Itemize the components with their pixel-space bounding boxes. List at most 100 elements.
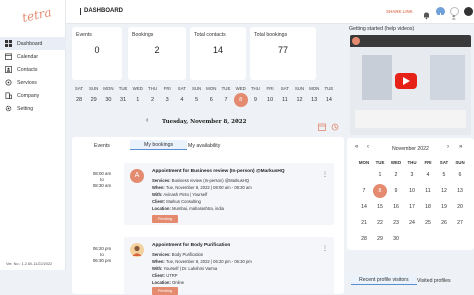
- company-icon: [5, 92, 12, 99]
- calendar-day-22[interactable]: 22: [373, 216, 387, 230]
- calendar-icon[interactable]: [318, 118, 326, 136]
- profile-icon[interactable]: [450, 7, 459, 20]
- booking-card[interactable]: Appointment for Body Purification Servic…: [124, 237, 334, 295]
- day-10[interactable]: 10: [263, 93, 277, 107]
- day-29[interactable]: 29: [87, 93, 101, 107]
- day-31[interactable]: 31: [116, 93, 130, 107]
- calendar-day-8[interactable]: 8: [373, 184, 387, 198]
- sidebar-item-label: Dashboard: [17, 40, 43, 47]
- day-14[interactable]: 14: [322, 93, 336, 107]
- calendar-day-18[interactable]: 18: [421, 200, 435, 214]
- sidebar-nav: Dashboard Calendar Contacts Services Com…: [0, 37, 66, 115]
- day-12[interactable]: 12: [293, 93, 307, 107]
- calendar-day-27[interactable]: 27: [453, 216, 467, 230]
- booking-card[interactable]: A Appointment for Business review (In-pe…: [124, 163, 334, 225]
- day-6[interactable]: 6: [204, 93, 218, 107]
- time-end: 06:30 pm: [92, 258, 112, 263]
- weekday-label: WED: [235, 86, 246, 91]
- calendar-day-25[interactable]: 25: [421, 216, 435, 230]
- day-1[interactable]: 1: [131, 93, 145, 107]
- chevron-left-icon[interactable]: ‹: [146, 117, 148, 124]
- location-value: Online: [172, 280, 185, 285]
- calendar-day-2[interactable]: 2: [389, 168, 403, 182]
- sidebar-item-services[interactable]: Services: [0, 76, 66, 89]
- day-8[interactable]: 8: [233, 93, 248, 107]
- calendar-day-28[interactable]: 28: [357, 232, 371, 246]
- calendar-day-24[interactable]: 24: [405, 216, 419, 230]
- day-5[interactable]: 5: [190, 93, 204, 107]
- calendar-day-17[interactable]: 17: [405, 200, 419, 214]
- stat-total-bookings[interactable]: Total bookings 77: [250, 27, 316, 80]
- sidebar-item-dashboard[interactable]: Dashboard: [0, 37, 66, 50]
- app-logo[interactable]: tetra: [21, 5, 53, 25]
- calendar-day-30[interactable]: 30: [389, 232, 403, 246]
- chevron-right-icon[interactable]: ›: [447, 144, 449, 150]
- calendar-day-14[interactable]: 14: [357, 200, 371, 214]
- day-28[interactable]: 28: [72, 93, 86, 107]
- tab-recent-profile-visitors[interactable]: Recent profile visitors: [351, 275, 417, 285]
- calendar-day-9[interactable]: 9: [389, 184, 403, 198]
- calendar-day-20[interactable]: 20: [453, 200, 467, 214]
- calendar-day-1[interactable]: 1: [373, 168, 387, 182]
- calendar-day-15[interactable]: 15: [373, 200, 387, 214]
- chevron-right-icon[interactable]: ›: [236, 117, 238, 124]
- history-icon[interactable]: [331, 118, 339, 136]
- calendar-day-26[interactable]: 26: [437, 216, 451, 230]
- booking-location: Location: Online: [152, 280, 184, 285]
- booking-time: 08:00 am to 08:30 am: [91, 171, 113, 189]
- sidebar-item-contacts[interactable]: Contacts: [0, 63, 66, 76]
- weekday-label: TUE: [221, 86, 231, 91]
- bell-icon[interactable]: [422, 7, 431, 20]
- calendar-day-11[interactable]: 11: [421, 184, 435, 198]
- day-9[interactable]: 9: [248, 93, 262, 107]
- avatar[interactable]: [464, 7, 473, 16]
- calendar-day-5[interactable]: 5: [437, 168, 451, 182]
- calendar-day-13[interactable]: 13: [453, 184, 467, 198]
- calendar-day-19[interactable]: 19: [437, 200, 451, 214]
- stat-total-contacts[interactable]: Total contacts 14: [190, 27, 246, 80]
- calendar-day-6[interactable]: 6: [453, 168, 467, 182]
- tab-my-availability[interactable]: My availability: [188, 143, 220, 149]
- sidebar-item-setting[interactable]: Setting: [0, 102, 66, 115]
- calendar-day-29[interactable]: 29: [373, 232, 387, 246]
- booking-when: When: Tue, November 8, 2022 | 06:20 pm -…: [152, 259, 252, 264]
- more-options-icon[interactable]: ⋮: [322, 171, 328, 178]
- sidebar-item-calendar[interactable]: Calendar: [0, 50, 66, 63]
- services-icon: [5, 79, 12, 86]
- weekday-label: THU: [250, 86, 260, 91]
- calendar-day-21[interactable]: 21: [357, 216, 371, 230]
- tab-events[interactable]: Events: [94, 143, 110, 149]
- week-strip: SAT 28 SUN 29 MON 30 TUE 31 WED 1 THU 2 FRI 3 SAT 4 SUN 5…: [66, 86, 346, 110]
- more-options-icon[interactable]: ⋮: [322, 245, 328, 252]
- tab-visited-profiles[interactable]: Visited profiles: [417, 278, 451, 284]
- day-2[interactable]: 2: [146, 93, 160, 107]
- booking-title: Appointment for Body Purification: [152, 243, 231, 248]
- day-11[interactable]: 11: [278, 93, 292, 107]
- chevrons-right-icon[interactable]: »: [459, 144, 462, 150]
- day-3[interactable]: 3: [160, 93, 174, 107]
- calendar-day-10[interactable]: 10: [405, 184, 419, 198]
- calendar-day-3[interactable]: 3: [405, 168, 419, 182]
- share-link-button[interactable]: SHARE LINK: [386, 9, 413, 14]
- calendar-day-23[interactable]: 23: [389, 216, 403, 230]
- day-30[interactable]: 30: [101, 93, 115, 107]
- avatar: [130, 243, 144, 257]
- add-icon[interactable]: [436, 7, 445, 18]
- day-7[interactable]: 7: [219, 93, 233, 107]
- help-video-player[interactable]: [350, 35, 471, 135]
- stat-value: 14: [212, 45, 223, 55]
- day-4[interactable]: 4: [175, 93, 189, 107]
- date-navigator: ‹ Tuesday, November 8, 2022 ›: [66, 116, 346, 131]
- sidebar-item-company[interactable]: Company: [0, 89, 66, 102]
- calendar-weekday: SAT: [439, 160, 449, 165]
- stat-events[interactable]: Events 0: [72, 27, 122, 80]
- stat-bookings[interactable]: Bookings 2: [128, 27, 186, 80]
- calendar-day-16[interactable]: 16: [389, 200, 403, 214]
- sidebar-item-label: Contacts: [17, 66, 38, 73]
- calendar-day-4[interactable]: 4: [421, 168, 435, 182]
- day-13[interactable]: 13: [307, 93, 321, 107]
- calendar-day-7[interactable]: 7: [357, 184, 371, 198]
- booking-with: With: Avinash Pinto | Yourself: [152, 192, 207, 197]
- calendar-day-12[interactable]: 12: [437, 184, 451, 198]
- tab-my-bookings[interactable]: My bookings: [130, 140, 188, 150]
